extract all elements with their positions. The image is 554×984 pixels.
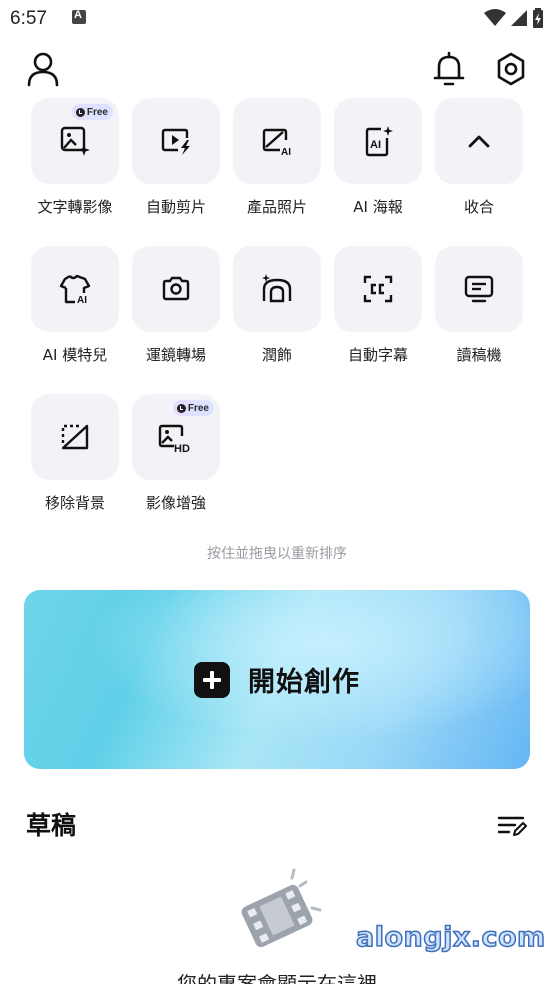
- auto-cut-icon: [161, 128, 190, 155]
- tool-label: 潤飾: [261, 346, 292, 364]
- tool-text-to-image[interactable]: Free 文字轉影像: [30, 98, 120, 217]
- tool-label: AI 模特兒: [42, 346, 108, 364]
- tool-ai-poster[interactable]: AI AI 海報: [333, 98, 423, 217]
- tool-teleprompter[interactable]: 讀稿機: [434, 246, 524, 365]
- tool-tile[interactable]: AI: [334, 98, 422, 184]
- tool-tile[interactable]: [132, 98, 220, 184]
- watermark-text: alongjx.com: [355, 921, 546, 954]
- tool-tile[interactable]: [233, 246, 321, 332]
- chevron-up-icon: [468, 135, 490, 148]
- tool-image-enhance[interactable]: Free HD 影像增強: [131, 394, 221, 513]
- top-app-bar: [0, 44, 554, 94]
- tool-label: 產品照片: [246, 198, 307, 216]
- plus-icon: [194, 661, 230, 698]
- start-creating-button[interactable]: 開始創作: [24, 590, 530, 769]
- drafts-title: 草稿: [26, 811, 77, 840]
- draft-sort-button[interactable]: [494, 808, 530, 844]
- bell-icon: [433, 51, 465, 86]
- start-creating-label: 開始創作: [248, 667, 360, 698]
- teleprompter-icon: [464, 275, 494, 303]
- tool-auto-cut[interactable]: 自動剪片: [131, 98, 221, 217]
- notifications-button[interactable]: [430, 50, 468, 88]
- tool-tile[interactable]: [435, 246, 523, 332]
- clock-icon: [176, 403, 186, 413]
- battery-icon: [533, 8, 543, 28]
- tool-remove-background[interactable]: 移除背景: [30, 394, 120, 513]
- sort-edit-icon: [497, 816, 527, 836]
- status-icons: [484, 8, 544, 28]
- ai-model-icon: AI: [59, 274, 91, 305]
- settings-icon: [497, 52, 525, 86]
- auto-caption-icon: [363, 275, 393, 303]
- signal-icon: [511, 10, 527, 26]
- svg-text:HD: HD: [174, 443, 190, 453]
- reorder-hint: 按住並拖曳以重新排序: [207, 546, 347, 562]
- tool-collapse[interactable]: 收合: [434, 98, 524, 217]
- tool-label: 自動字幕: [347, 346, 408, 364]
- tool-auto-caption[interactable]: 自動字幕: [333, 246, 423, 365]
- image-enhance-icon: HD: [158, 424, 190, 453]
- tool-camera-transition[interactable]: 運鏡轉場: [131, 246, 221, 365]
- empty-film-illustration: [241, 868, 322, 948]
- tool-label: 讀稿機: [456, 346, 502, 364]
- text-to-image-icon: [60, 126, 90, 156]
- tool-label: 影像增強: [145, 494, 206, 512]
- user-icon: [27, 52, 59, 87]
- tool-tile[interactable]: [31, 394, 119, 480]
- free-badge: Free: [71, 104, 113, 120]
- empty-drafts-text: 您的專案會顯示在這裡: [177, 972, 377, 984]
- tool-label: AI 海報: [353, 198, 403, 216]
- clock-icon: [75, 107, 85, 117]
- camera-transition-icon: [162, 276, 190, 301]
- tool-retouch[interactable]: 潤飾: [232, 246, 322, 365]
- tool-tile[interactable]: [435, 98, 523, 184]
- svg-text:AI: AI: [281, 147, 291, 157]
- notification-app-icon: [72, 9, 86, 24]
- svg-text:AI: AI: [370, 139, 381, 151]
- ai-poster-icon: AI: [365, 126, 393, 157]
- free-badge: Free: [172, 400, 214, 416]
- tool-tile[interactable]: [132, 246, 220, 332]
- settings-button[interactable]: [492, 50, 530, 88]
- product-photo-icon: AI: [262, 128, 291, 157]
- tool-tile[interactable]: AI: [233, 98, 321, 184]
- tool-label: 運鏡轉場: [145, 346, 206, 364]
- tool-label: 移除背景: [44, 494, 105, 512]
- tool-product-photo[interactable]: AI 產品照片: [232, 98, 322, 217]
- tool-tile[interactable]: AI: [31, 246, 119, 332]
- retouch-icon: [262, 274, 292, 303]
- svg-text:AI: AI: [77, 295, 87, 305]
- status-bar: 6:57: [0, 0, 554, 36]
- tool-tile[interactable]: Free HD: [132, 394, 220, 480]
- tool-tile[interactable]: Free: [31, 98, 119, 184]
- tool-label: 自動剪片: [145, 198, 206, 216]
- wifi-icon: [484, 9, 506, 26]
- tool-ai-model[interactable]: AI AI 模特兒: [30, 246, 120, 365]
- tool-label: 收合: [463, 198, 494, 216]
- tool-tile[interactable]: [334, 246, 422, 332]
- remove-background-icon: [61, 424, 89, 450]
- profile-button[interactable]: [24, 50, 62, 88]
- status-time: 6:57: [10, 8, 47, 29]
- tool-label: 文字轉影像: [37, 198, 113, 216]
